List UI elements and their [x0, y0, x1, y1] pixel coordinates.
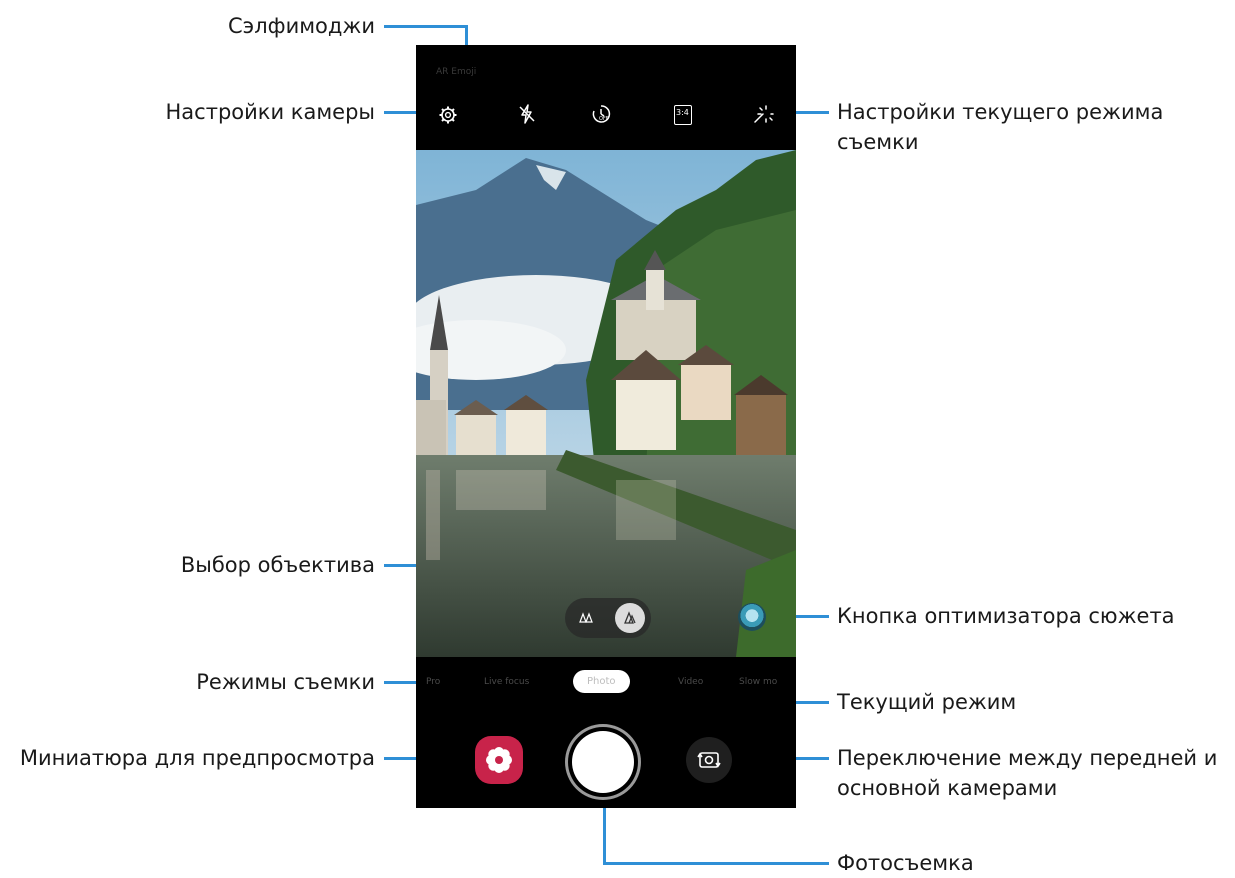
label-camera-settings: Настройки камеры: [165, 100, 376, 124]
aspect-ratio-icon[interactable]: 3:4: [672, 103, 694, 125]
label-mode-settings-1: Настройки текущего режима: [837, 100, 1164, 124]
selfimoji-button[interactable]: AR Emoji: [436, 67, 476, 77]
sparkle-effects-icon[interactable]: [752, 103, 774, 125]
switch-camera-button[interactable]: [686, 737, 732, 783]
wide-lens-icon[interactable]: [571, 603, 601, 633]
label-switch-camera-1: Переключение между передней и: [837, 746, 1218, 770]
mode-video[interactable]: Video: [678, 677, 703, 687]
flash-off-icon[interactable]: [517, 103, 537, 125]
mode-slow-mo[interactable]: Slow mo: [739, 677, 777, 687]
viewfinder[interactable]: [416, 150, 796, 657]
lens-selector[interactable]: [565, 598, 651, 638]
label-take-photo: Фотосъемка: [837, 851, 974, 875]
label-mode-settings-2: съемки: [837, 130, 919, 154]
label-preview-thumbnail: Миниатюра для предпросмотра: [19, 746, 375, 770]
callout-line-selfimoji-h: [384, 25, 468, 28]
label-selfimoji: Сэлфимоджи: [228, 14, 375, 38]
scene-optimizer-button[interactable]: [738, 603, 766, 631]
camera-screen: AR Emoji OFF 3:4 Pro Live focus Photo Vi…: [416, 45, 796, 808]
label-switch-camera-2: основной камерами: [837, 776, 1058, 800]
mode-pro[interactable]: Pro: [426, 677, 440, 687]
label-current-mode: Текущий режим: [837, 690, 1017, 714]
ratio-label: 3:4: [676, 108, 689, 117]
callout-line-shutter-h: [603, 862, 829, 865]
mode-live-focus[interactable]: Live focus: [484, 677, 529, 687]
shutter-button[interactable]: [572, 731, 634, 793]
gear-icon[interactable]: [438, 105, 458, 125]
flower-icon: [486, 747, 512, 773]
timer-off-icon[interactable]: OFF: [590, 103, 612, 125]
gallery-thumbnail[interactable]: [475, 736, 523, 784]
label-scene-optimizer: Кнопка оптимизатора сюжета: [837, 604, 1175, 628]
label-shooting-modes: Режимы съемки: [196, 670, 375, 694]
label-lens-select: Выбор объектива: [180, 553, 375, 577]
standard-lens-icon[interactable]: [615, 603, 645, 633]
mode-photo[interactable]: Photo: [573, 670, 630, 693]
switch-camera-icon: [697, 752, 721, 768]
timer-off-label: OFF: [599, 116, 609, 122]
mode-selector[interactable]: Pro Live focus Photo Video Slow mo: [416, 667, 796, 703]
